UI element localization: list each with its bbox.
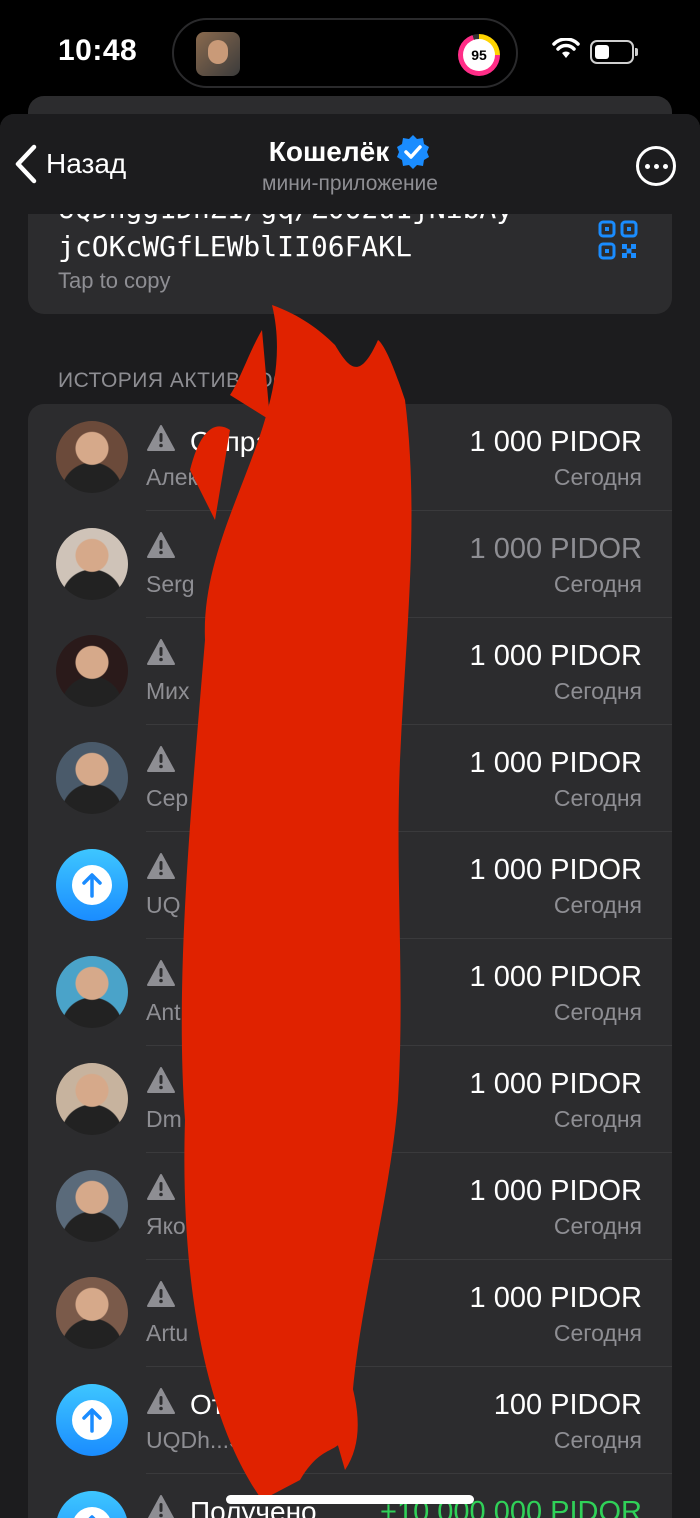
transaction-counterparty: Мих — [146, 678, 190, 704]
list-item[interactable]: Яко 1 000 PIDOR Сегодня — [28, 1153, 672, 1260]
list-item[interactable]: Serg 1 000 PIDOR Сегодня — [28, 511, 672, 618]
list-item[interactable]: Ant 1 000 PIDOR Сегодня — [28, 939, 672, 1046]
activity-history-list: Отправлено Алек 1 000 PIDOR Сегодня Serg 1 00… — [28, 404, 672, 1518]
transaction-date: Сегодня — [553, 1213, 642, 1239]
transaction-amount: 1 000 PIDOR — [469, 854, 642, 886]
page-title: Кошелёк — [268, 136, 390, 167]
warning-icon — [147, 639, 175, 665]
transaction-date: Сегодня — [553, 464, 642, 490]
transaction-amount: 1 000 PIDOR — [469, 1175, 642, 1207]
transaction-counterparty: UQ — [146, 892, 181, 918]
warning-icon — [147, 532, 175, 558]
transaction-amount: 1 000 PIDOR — [469, 640, 642, 672]
avatar — [56, 956, 128, 1028]
avatar — [56, 1277, 128, 1349]
history-section-label: ИСТОРИЯ АКТИВНОСТИ — [58, 369, 317, 392]
activity-ring-value: 95 — [463, 39, 495, 71]
more-icon[interactable] — [636, 146, 676, 186]
warning-icon — [147, 1174, 175, 1200]
battery-cap — [635, 48, 638, 56]
transaction-amount: 1 000 PIDOR — [469, 747, 642, 779]
transaction-amount: 1 000 PIDOR — [469, 533, 642, 565]
transaction-title: Отправлено — [190, 1389, 349, 1420]
wallet-address-line-2[interactable]: jcOKcWGfLEWblII06FAKL — [58, 230, 412, 263]
activity-ring-icon: 95 — [458, 34, 500, 76]
transaction-counterparty: Сер — [146, 785, 189, 811]
warning-icon — [147, 853, 175, 879]
status-bar: 10:48 95 — [0, 0, 700, 104]
transaction-amount: 1 000 PIDOR — [469, 426, 642, 458]
avatar — [56, 742, 128, 814]
list-item[interactable]: Dm 1 000 PIDOR Сегодня — [28, 1046, 672, 1153]
status-time: 10:48 — [58, 34, 138, 67]
transaction-counterparty: Алек — [146, 464, 198, 490]
list-item[interactable]: UQ 1 000 PIDOR Сегодня — [28, 832, 672, 939]
avatar — [56, 635, 128, 707]
transaction-date: Сегодня — [553, 892, 642, 918]
transaction-amount: 1 000 PIDOR — [469, 1068, 642, 1100]
warning-icon — [147, 425, 175, 451]
transaction-counterparty: Яко — [146, 1213, 186, 1239]
transaction-counterparty: Ant — [146, 999, 181, 1025]
warning-icon — [147, 1067, 175, 1093]
wifi-icon — [552, 38, 580, 58]
warning-icon — [147, 746, 175, 772]
tap-to-copy-hint: Tap to copy — [58, 268, 171, 293]
transaction-date: Сегодня — [553, 785, 642, 811]
computer-icon — [299, 786, 329, 812]
avatar — [56, 528, 128, 600]
transaction-date: Сегодня — [553, 571, 642, 597]
list-item[interactable]: Artu 1 000 PIDOR Сегодня — [28, 1260, 672, 1367]
transfer-arrow-icon — [56, 849, 128, 921]
transaction-title: Отправлено — [190, 426, 349, 457]
island-avatar — [196, 32, 240, 76]
page-subtitle: мини-приложение — [262, 172, 438, 195]
transaction-date: Сегодня — [553, 678, 642, 704]
list-item[interactable]: Отправлено Алек 1 000 PIDOR Сегодня — [28, 404, 672, 511]
battery-icon — [590, 40, 634, 64]
transaction-date: Сегодня — [553, 1427, 642, 1453]
verified-badge-icon — [397, 135, 430, 169]
nav-title-block: Кошелёк мини-приложение — [0, 134, 700, 196]
warning-icon — [147, 1388, 175, 1414]
home-indicator — [226, 1495, 474, 1504]
list-item[interactable]: Сер 1 000 PIDOR Сегодня — [28, 725, 672, 832]
list-item[interactable]: Мих 1 000 PIDOR Сегодня — [28, 618, 672, 725]
warning-icon — [147, 1281, 175, 1307]
transaction-counterparty: Dm — [146, 1106, 182, 1132]
transfer-arrow-icon — [56, 1384, 128, 1456]
qr-code-icon[interactable] — [598, 220, 638, 260]
transaction-counterparty: UQDh...S — [146, 1427, 245, 1453]
transaction-amount: 1 000 PIDOR — [469, 1282, 642, 1314]
warning-icon — [147, 1495, 175, 1518]
transaction-date: Сегодня — [553, 999, 642, 1025]
transaction-counterparty: Serg — [146, 571, 195, 597]
transaction-amount: 100 PIDOR — [493, 1389, 642, 1421]
dynamic-island[interactable]: 95 — [172, 18, 518, 88]
avatar — [56, 1063, 128, 1135]
warning-icon — [147, 960, 175, 986]
list-item[interactable]: Отправлено UQDh...S 100 PIDOR Сегодня — [28, 1367, 672, 1474]
nav-header: Назад Кошелёк мини-приложение — [0, 114, 700, 214]
transaction-date: Сегодня — [553, 1320, 642, 1346]
transaction-amount: 1 000 PIDOR — [469, 961, 642, 993]
transaction-counterparty: Artu — [146, 1320, 189, 1346]
avatar — [56, 421, 128, 493]
transaction-date: Сегодня — [553, 1106, 642, 1132]
transfer-arrow-icon — [56, 1491, 128, 1518]
avatar — [56, 1170, 128, 1242]
